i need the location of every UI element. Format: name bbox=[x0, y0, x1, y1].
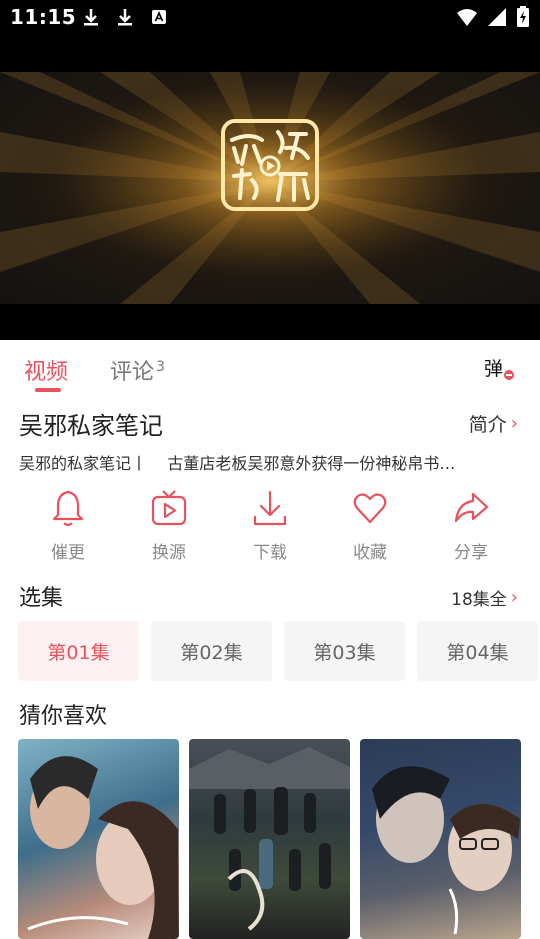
battery-icon bbox=[517, 6, 529, 27]
video-frame[interactable] bbox=[0, 72, 540, 304]
share-label: 分享 bbox=[454, 543, 488, 563]
chevron-right-icon: › bbox=[510, 587, 518, 608]
recommend-list bbox=[18, 739, 540, 939]
bell-icon bbox=[52, 490, 84, 527]
switch-source-label: 换源 bbox=[152, 543, 186, 563]
remind-update-button[interactable]: 催更 bbox=[18, 488, 118, 563]
poster-image bbox=[372, 766, 520, 935]
intro-label: 简介 bbox=[468, 414, 507, 436]
status-notifications bbox=[80, 6, 170, 28]
wifi-icon bbox=[457, 9, 477, 26]
switch-source-button[interactable]: 换源 bbox=[119, 488, 219, 563]
share-button[interactable]: 分享 bbox=[421, 488, 521, 563]
status-bar: 11:15 bbox=[0, 0, 540, 36]
recommend-poster[interactable] bbox=[18, 739, 179, 939]
download-button[interactable]: 下载 bbox=[220, 488, 320, 563]
tv-icon bbox=[151, 490, 187, 526]
episodes-section-title: 选集 bbox=[19, 586, 64, 611]
episode-tile[interactable]: 第04集 bbox=[417, 621, 538, 681]
comment-count: 3 bbox=[156, 358, 165, 375]
episode-list: 第01集 第02集 第03集 第04集 bbox=[18, 621, 540, 681]
active-tab-indicator bbox=[35, 388, 61, 392]
show-description: 吴邪的私家笔记丨 古董店老板吴邪意外获得一份神秘帛书… bbox=[19, 454, 456, 473]
download-notification-icon bbox=[84, 9, 98, 26]
recommend-poster[interactable] bbox=[360, 739, 521, 939]
favorite-button[interactable]: 收藏 bbox=[320, 488, 420, 563]
intro-button[interactable]: 简介 › bbox=[469, 410, 518, 437]
danmaku-label: 弹 bbox=[484, 358, 504, 380]
status-system-icons bbox=[456, 6, 530, 28]
danmaku-off-icon bbox=[504, 370, 514, 380]
brand-logo bbox=[221, 119, 319, 211]
remind-update-label: 催更 bbox=[51, 543, 85, 563]
action-bar: 催更 换源 下载 收藏 分享 bbox=[0, 488, 540, 568]
recommend-section-title: 猜你喜欢 bbox=[19, 704, 108, 729]
status-time: 11:15 bbox=[10, 5, 77, 29]
tab-video[interactable]: 视频 bbox=[24, 354, 68, 386]
detail-tabs: 视频 评论 3 弹 bbox=[0, 340, 540, 396]
tab-comments-label: 评论 bbox=[110, 360, 155, 385]
tab-comments[interactable]: 评论 3 bbox=[110, 354, 165, 386]
video-player[interactable] bbox=[0, 36, 540, 340]
chevron-right-icon: › bbox=[510, 413, 518, 434]
download-label: 下载 bbox=[253, 543, 287, 563]
episode-tile[interactable]: 第02集 bbox=[151, 621, 272, 681]
app-notification-icon bbox=[152, 10, 166, 24]
all-episodes-button[interactable]: 18集全 › bbox=[451, 585, 518, 610]
all-episodes-label: 18集全 bbox=[451, 590, 507, 610]
download-notification-icon bbox=[118, 9, 132, 26]
show-title: 吴邪私家笔记 bbox=[19, 412, 163, 440]
poster-image bbox=[27, 756, 179, 939]
danmaku-toggle-button[interactable]: 弹 bbox=[484, 354, 514, 380]
download-icon bbox=[253, 490, 287, 526]
favorite-label: 收藏 bbox=[353, 543, 387, 563]
episode-tile[interactable]: 第01集 bbox=[18, 621, 139, 681]
episode-tile[interactable]: 第03集 bbox=[284, 621, 405, 681]
poster-image bbox=[189, 747, 350, 931]
recommend-poster[interactable] bbox=[189, 739, 350, 939]
heart-icon bbox=[353, 493, 387, 524]
share-icon bbox=[454, 492, 489, 523]
cellular-signal-icon bbox=[488, 8, 506, 26]
